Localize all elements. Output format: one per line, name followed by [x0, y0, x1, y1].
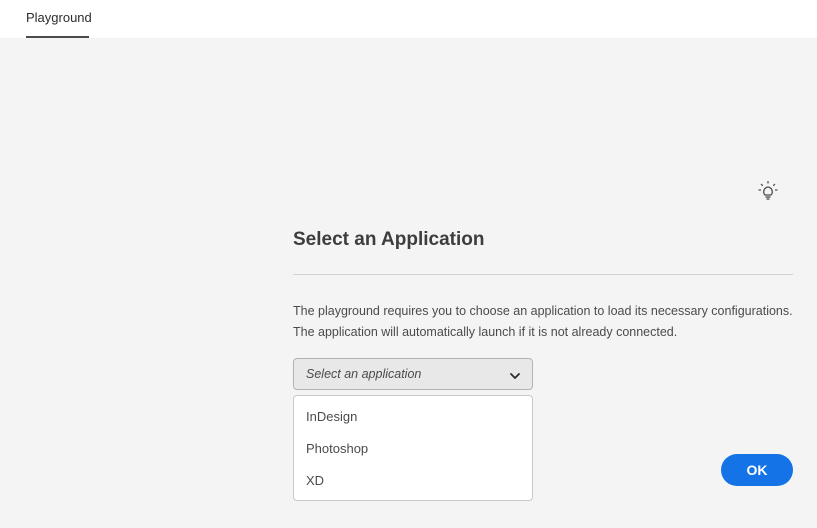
tab-playground[interactable]: Playground [26, 0, 92, 38]
menu-item-indesign[interactable]: InDesign [306, 409, 357, 424]
main-panel: Select an Application The playground req… [0, 38, 817, 528]
application-picker[interactable]: Select an application [293, 358, 533, 390]
ok-button[interactable]: OK [721, 454, 793, 486]
description-line-2: The application will automatically launc… [293, 325, 678, 339]
dialog-title: Select an Application [293, 229, 485, 250]
title-divider [293, 274, 793, 275]
description-line-1: The playground requires you to choose an… [293, 304, 793, 318]
lightbulb-icon[interactable] [757, 180, 779, 202]
menu-item-xd[interactable]: XD [306, 473, 324, 488]
application-picker-placeholder: Select an application [306, 367, 422, 381]
top-tab-bar: e Playground [0, 0, 817, 38]
chevron-down-icon [509, 369, 521, 381]
application-menu: InDesign Photoshop XD [293, 395, 533, 501]
menu-item-photoshop[interactable]: Photoshop [306, 441, 368, 456]
